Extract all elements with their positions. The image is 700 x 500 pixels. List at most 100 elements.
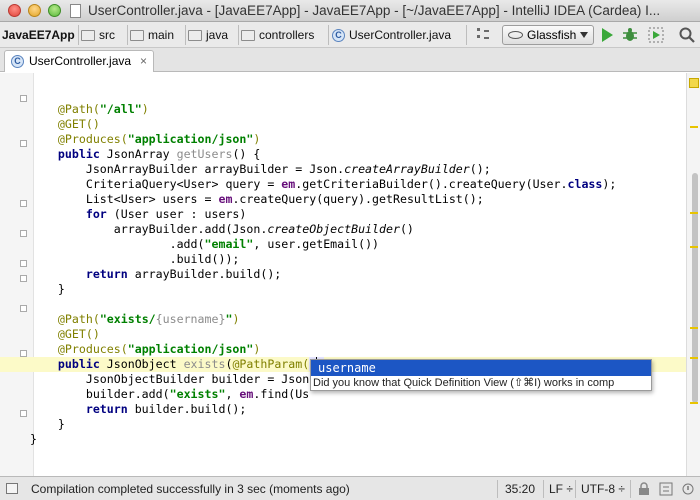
code-token: ); xyxy=(602,177,617,191)
code-token: arrayBuilder.build(); xyxy=(134,267,282,281)
event-log-icon[interactable] xyxy=(681,482,695,496)
code-token: createObjectBuilder xyxy=(267,222,400,236)
code-token: {username} xyxy=(155,312,226,326)
status-bar: Compilation completed successfully in 3 … xyxy=(0,476,700,500)
code-token: "application/json" xyxy=(127,342,254,356)
folder-icon xyxy=(130,29,144,41)
code-line[interactable]: .build()); xyxy=(0,252,686,267)
error-stripe[interactable] xyxy=(686,73,700,476)
tool-windows-icon[interactable] xyxy=(6,483,18,494)
breadcrumb-project[interactable]: JavaEE7App xyxy=(2,27,75,43)
code-token: class xyxy=(567,177,603,191)
cursor-position[interactable]: 35:20 xyxy=(505,482,535,496)
code-token: } xyxy=(30,417,65,431)
warning-mark[interactable] xyxy=(690,402,698,404)
code-line[interactable]: @Produces("application/json") xyxy=(0,132,686,147)
warning-mark[interactable] xyxy=(690,357,698,359)
breadcrumb-label: controllers xyxy=(259,28,315,42)
breadcrumb-main[interactable]: main xyxy=(130,27,174,43)
breadcrumb-separator xyxy=(238,25,239,45)
debug-icon[interactable] xyxy=(621,26,639,44)
code-token: ) xyxy=(141,102,149,116)
code-token: return xyxy=(30,402,135,416)
code-line[interactable]: @GET() xyxy=(0,117,686,132)
code-token: .add( xyxy=(30,237,205,251)
code-token: @Path( xyxy=(30,102,100,116)
code-token: em xyxy=(218,192,233,206)
line-separator[interactable]: LF ÷ xyxy=(549,482,573,496)
code-line[interactable] xyxy=(0,297,686,312)
code-token: .createQuery(query).getResultList(); xyxy=(232,192,484,206)
inspection-icon[interactable] xyxy=(659,482,673,496)
inspection-status-icon[interactable] xyxy=(689,78,699,88)
code-line[interactable]: return arrayBuilder.build(); xyxy=(0,267,686,282)
folder-icon xyxy=(81,29,95,41)
chevron-down-icon xyxy=(580,32,588,38)
code-token: .find(Us xyxy=(253,387,310,401)
lock-icon[interactable] xyxy=(638,482,650,496)
code-line[interactable]: public JsonArray getUsers() { xyxy=(0,147,686,162)
project-structure-icon[interactable] xyxy=(474,26,492,44)
tab-label: UserController.java xyxy=(29,54,132,68)
code-line[interactable] xyxy=(0,87,686,102)
code-token: JsonArray xyxy=(106,147,177,161)
zoom-window-button[interactable] xyxy=(48,4,61,17)
editor-tab-bar: C UserController.java × xyxy=(0,48,700,72)
code-line[interactable]: @Path("exists/{username}") xyxy=(0,312,686,327)
code-line[interactable]: } xyxy=(0,282,686,297)
close-tab-icon[interactable]: × xyxy=(140,51,147,71)
tab-usercontroller[interactable]: C UserController.java × xyxy=(4,50,154,72)
minimize-window-button[interactable] xyxy=(28,4,41,17)
code-token: return xyxy=(30,267,135,281)
code-line[interactable]: JsonArrayBuilder arrayBuilder = Json.cre… xyxy=(0,162,686,177)
code-token: "application/json" xyxy=(127,132,254,146)
breadcrumb-controllers[interactable]: controllers xyxy=(241,27,314,43)
code-line[interactable]: List<User> users = em.createQuery(query)… xyxy=(0,192,686,207)
warning-mark[interactable] xyxy=(690,212,698,214)
code-token: @GET() xyxy=(30,327,100,341)
status-message: Compilation completed successfully in 3 … xyxy=(31,482,350,496)
run-icon[interactable] xyxy=(598,26,616,44)
run-configuration-select[interactable]: Glassfish xyxy=(502,25,594,45)
code-token: "exists" xyxy=(169,387,226,401)
code-lines: @Path("/all") @GET() @Produces("applicat… xyxy=(0,87,686,447)
code-line[interactable]: @GET() xyxy=(0,327,686,342)
search-icon[interactable] xyxy=(678,26,696,44)
warning-mark[interactable] xyxy=(690,327,698,329)
window-title: UserController.java - [JavaEE7App] - Jav… xyxy=(88,3,661,18)
code-token: @GET() xyxy=(30,117,100,131)
code-line[interactable]: } xyxy=(0,432,686,447)
breadcrumb-file[interactable]: C UserController.java xyxy=(332,27,451,43)
code-line[interactable]: .add("email", user.getEmail()) xyxy=(0,237,686,252)
line-separator-label: LF xyxy=(549,482,564,496)
scrollbar-thumb[interactable] xyxy=(692,173,698,403)
code-token: .build()); xyxy=(30,252,240,266)
code-line[interactable]: } xyxy=(0,417,686,432)
completion-popup: username Did you know that Quick Definit… xyxy=(310,359,652,391)
breadcrumb-src[interactable]: src xyxy=(81,27,115,43)
file-encoding-label: UTF-8 xyxy=(581,482,615,496)
code-token: JsonObject xyxy=(106,357,184,371)
chevron-updown-icon: ÷ xyxy=(618,482,625,496)
chevron-updown-icon: ÷ xyxy=(566,482,573,496)
code-line[interactable]: @Produces("application/json") xyxy=(0,342,686,357)
code-editor[interactable]: @Path("/all") @GET() @Produces("applicat… xyxy=(0,73,700,476)
file-encoding[interactable]: UTF-8 ÷ xyxy=(581,482,625,496)
breadcrumb-separator xyxy=(328,25,329,45)
code-line[interactable]: for (User user : users) xyxy=(0,207,686,222)
code-token: @Path( xyxy=(30,312,100,326)
breadcrumb-java[interactable]: java xyxy=(188,27,228,43)
breadcrumb-separator xyxy=(78,25,79,45)
warning-mark[interactable] xyxy=(690,126,698,128)
warning-mark[interactable] xyxy=(690,246,698,248)
code-line[interactable]: arrayBuilder.add(Json.createObjectBuilde… xyxy=(0,222,686,237)
close-window-button[interactable] xyxy=(8,4,21,17)
code-line[interactable]: CriteriaQuery<User> query = em.getCriter… xyxy=(0,177,686,192)
code-token: "email" xyxy=(204,237,254,251)
class-icon: C xyxy=(332,28,345,42)
code-token: @Produces( xyxy=(30,132,128,146)
code-line[interactable]: @Path("/all") xyxy=(0,102,686,117)
completion-item[interactable]: username xyxy=(311,360,651,376)
coverage-icon[interactable] xyxy=(647,26,665,44)
code-line[interactable]: return builder.build(); xyxy=(0,402,686,417)
